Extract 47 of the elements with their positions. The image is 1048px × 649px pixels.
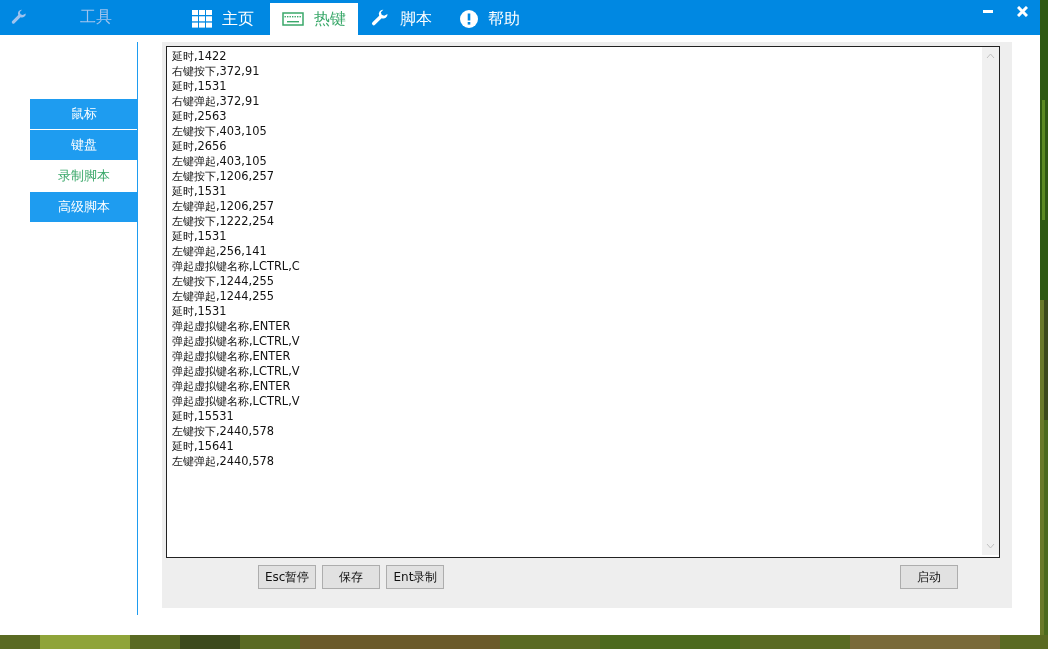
close-icon[interactable] xyxy=(1017,6,1028,17)
sidebar-item[interactable]: 键盘 xyxy=(30,130,137,160)
script-line: 左键弹起,256,141 xyxy=(172,244,267,259)
script-line: 延时,1531 xyxy=(172,229,227,244)
script-line: 右键按下,372,91 xyxy=(172,64,260,79)
script-line: 左键按下,403,105 xyxy=(172,124,267,139)
script-line: 延时,2563 xyxy=(172,109,227,124)
sidebar-item[interactable]: 鼠标 xyxy=(30,99,137,129)
grid-icon xyxy=(192,10,212,28)
script-line: 弹起虚拟键名称,LCTRL,C xyxy=(172,259,300,274)
script-line: 左键按下,1244,255 xyxy=(172,274,274,289)
start-button[interactable]: 启动 xyxy=(900,565,958,589)
script-line: 左键按下,1206,257 xyxy=(172,169,274,184)
script-line: 左键弹起,2440,578 xyxy=(172,454,274,469)
action-button[interactable]: Ent录制 xyxy=(386,565,445,589)
script-line: 弹起虚拟键名称,ENTER xyxy=(172,349,291,364)
app-title: 工具 xyxy=(80,7,112,28)
script-line: 左键弹起,1206,257 xyxy=(172,199,274,214)
exclamation-icon xyxy=(460,10,478,28)
action-button[interactable]: Esc暂停 xyxy=(258,565,317,589)
script-line: 延时,2656 xyxy=(172,139,227,154)
script-line: 左键按下,2440,578 xyxy=(172,424,274,439)
script-line: 左键按下,1222,254 xyxy=(172,214,274,229)
script-line: 左键弹起,1244,255 xyxy=(172,289,274,304)
script-editor[interactable] xyxy=(166,46,1000,558)
script-line: 弹起虚拟键名称,ENTER xyxy=(172,379,291,394)
script-line: 弹起虚拟键名称,LCTRL,V xyxy=(172,364,300,379)
script-line: 弹起虚拟键名称,LCTRL,V xyxy=(172,394,300,409)
nav-tab[interactable]: 帮助 xyxy=(448,3,532,35)
script-line: 延时,1422 xyxy=(172,49,227,64)
script-line: 弹起虚拟键名称,LCTRL,V xyxy=(172,334,300,349)
nav-tab[interactable]: 主页 xyxy=(180,3,266,35)
nav-tab[interactable]: 脚本 xyxy=(358,3,444,35)
nav-tab[interactable]: 热键 xyxy=(270,3,358,35)
script-line: 左键弹起,403,105 xyxy=(172,154,267,169)
script-line: 延时,1531 xyxy=(172,304,227,319)
script-line: 延时,15641 xyxy=(172,439,234,454)
scrollbar[interactable] xyxy=(982,47,999,555)
sidebar-item[interactable]: 高级脚本 xyxy=(30,192,137,222)
script-line: 延时,1531 xyxy=(172,184,227,199)
keyboard-icon xyxy=(282,12,304,26)
action-button[interactable]: 保存 xyxy=(322,565,381,589)
script-line: 延时,1531 xyxy=(172,79,227,94)
script-line: 弹起虚拟键名称,ENTER xyxy=(172,319,291,334)
wrench-icon xyxy=(10,8,28,27)
script-line: 右键弹起,372,91 xyxy=(172,94,260,109)
script-line: 延时,15531 xyxy=(172,409,234,424)
